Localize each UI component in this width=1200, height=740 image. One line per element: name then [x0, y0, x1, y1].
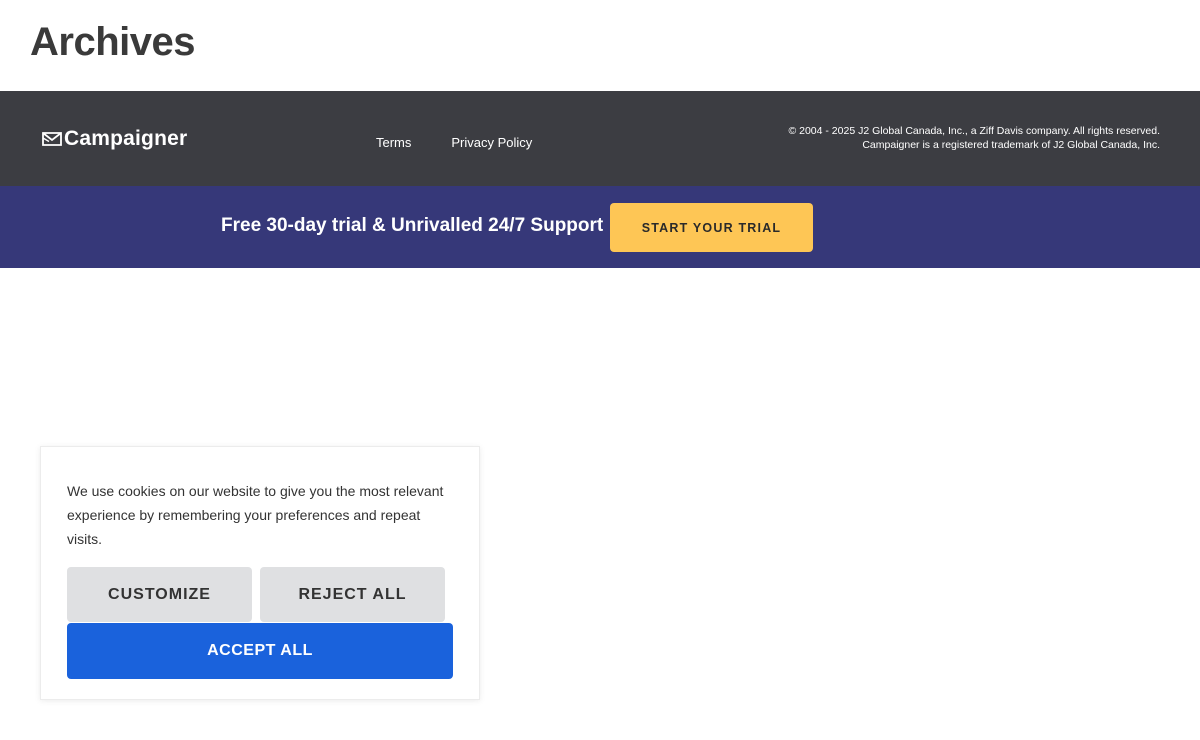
promo-bar: Free 30-day trial & Unrivalled 24/7 Supp… [0, 186, 1200, 268]
footer-nav: Terms Privacy Policy [376, 135, 532, 151]
page-title: Archives [30, 20, 195, 64]
site-footer: Campaigner Terms Privacy Policy © 2004 -… [0, 91, 1200, 186]
campaigner-logo[interactable]: Campaigner [42, 127, 187, 151]
page-header: Archives [0, 0, 1200, 91]
copyright-line: © 2004 - 2025 J2 Global Canada, Inc., a … [788, 125, 1160, 137]
trademark-line: Campaigner is a registered trademark of … [862, 139, 1160, 151]
cookie-message: We use cookies on our website to give yo… [67, 483, 444, 547]
cookie-consent-banner: We use cookies on our website to give yo… [40, 446, 480, 700]
terms-link[interactable]: Terms [376, 135, 411, 151]
envelope-icon [42, 132, 62, 146]
copyright: © 2004 - 2025 J2 Global Canada, Inc., a … [788, 124, 1160, 152]
logo-text: Campaigner [64, 127, 188, 150]
start-trial-button[interactable]: START YOUR TRIAL [610, 203, 813, 252]
customize-button[interactable]: CUSTOMIZE [67, 567, 252, 622]
accept-all-button[interactable]: ACCEPT ALL [67, 623, 453, 679]
reject-all-button[interactable]: REJECT ALL [260, 567, 445, 622]
promo-text: Free 30-day trial & Unrivalled 24/7 Supp… [221, 215, 604, 236]
privacy-policy-link[interactable]: Privacy Policy [451, 135, 532, 151]
